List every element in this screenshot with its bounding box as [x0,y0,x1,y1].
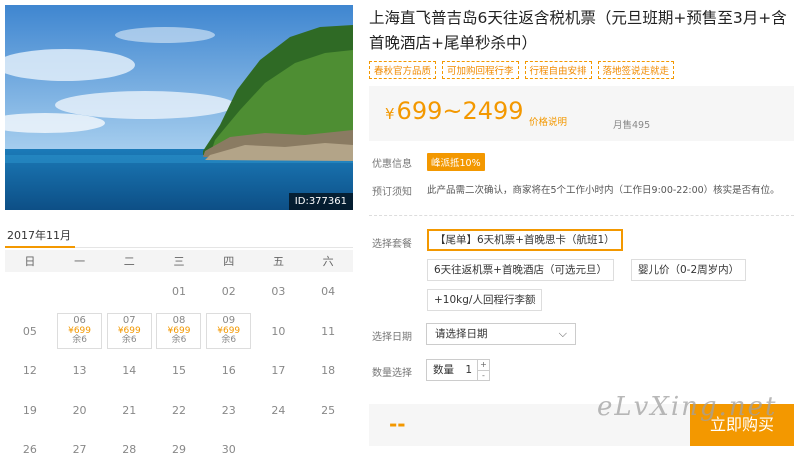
price-range: ¥699~2499 [385,97,524,125]
calendar-day: 03 [271,285,286,299]
currency-symbol: ¥ [385,105,395,123]
day-remaining: 余6 [121,335,137,346]
site-watermark: eLvXing.net [597,392,778,422]
package-label: 选择套餐 [372,239,412,250]
product-tag: 行程自由安排 [524,61,592,79]
product-tag: 春秋官方品质 [369,61,437,79]
calendar-day: 10 [271,324,286,338]
quantity-prefix: 数量 [433,364,454,376]
day-remaining: 余6 [221,335,237,346]
price-panel: ¥699~2499 价格说明 月售495 [369,86,794,141]
calendar-day: 30 [221,443,236,453]
weekday-label: 一 [74,255,86,268]
calendar-day: 13 [72,364,87,378]
price-note-link[interactable]: 价格说明 [529,114,567,128]
calendar-day: 23 [221,403,236,417]
calendar-day [104,272,154,312]
date-select-value: 请选择日期 [435,328,488,340]
calendar-day: 17 [271,364,286,378]
available-date-box[interactable]: 09 ¥699 余6 [206,313,252,350]
decrement-button[interactable]: - [478,371,489,381]
package-option[interactable]: +10kg/人回程行李额 [427,289,543,311]
calendar-day: 20 [72,403,87,417]
calendar-day: 28 [122,443,137,453]
calendar-day: 26 [22,443,37,453]
calendar-day: 25 [321,403,336,417]
notice-label: 预订须知 [372,187,412,198]
package-option-selected[interactable]: 【尾单】6天机票+首晚思卡（航班1） [427,229,623,251]
calendar-day[interactable]: 06 ¥699 余6 [55,312,105,352]
product-title: 上海直飞普吉岛6天往返含税机票（元旦班期+预售至3月+含首晚酒店+尾单秒杀中） [369,9,787,52]
product-tag: 可加购回程行李 [442,61,519,79]
available-date-box[interactable]: 07 ¥699 余6 [106,313,152,350]
calendar-day: 14 [122,364,137,378]
calendar-day [5,272,55,312]
product-tag: 落地签说走就走 [597,61,675,79]
calendar-day: 19 [22,403,37,417]
notice-text: 此产品需二次确认，商家将在5个工作小时内（工作日9:00-22:00）核实是否有… [427,185,780,196]
weekday-label: 日 [24,255,36,268]
calendar-day: 29 [171,443,186,453]
calendar-month-underline [5,246,75,248]
product-tags: 春秋官方品质 可加购回程行李 行程自由安排 落地签说走就走 [369,61,675,79]
calendar-day: 04 [321,285,336,299]
calendar-day: 24 [271,403,286,417]
product-image: ID:377361 [5,5,353,210]
calendar-day: 18 [321,364,336,378]
image-id-badge: ID:377361 [288,193,353,210]
promo-badge: 峰派抵10% [427,153,485,171]
quantity-stepper[interactable]: 数量 1 + - [426,359,490,381]
calendar-grid: 01 02 03 04 05 06 ¥699 余6 07 ¥699 余6 08 ¥699 余6 09 ¥699… [5,272,353,453]
calendar-day[interactable]: 08 ¥699 余6 [154,312,204,352]
calendar-day: 02 [221,285,236,299]
calendar-day: 21 [122,403,137,417]
total-price: -- [389,412,406,436]
quantity-label: 数量选择 [372,368,412,379]
weekday-label: 四 [223,255,235,268]
date-select[interactable]: 请选择日期 ⌵ [426,323,576,345]
section-divider [369,215,794,216]
calendar-day [55,272,105,312]
day-remaining: 余6 [72,335,87,346]
monthly-sales: 月售495 [613,120,651,131]
calendar-month-tab[interactable]: 2017年11月 [5,223,353,248]
calendar-day: 12 [22,364,37,378]
calendar-weekday-header: 日一二三四五六 [5,250,353,272]
package-option[interactable]: 6天往返机票+首晚酒店（可选元旦） [427,259,614,281]
day-remaining: 余6 [171,335,187,346]
increment-button[interactable]: + [478,360,489,371]
quantity-value: 1 [465,364,473,376]
weekday-label: 三 [173,255,185,268]
quantity-stepper-buttons: + - [477,360,489,380]
calendar-day: 15 [171,364,186,378]
price-range-value: 699~2499 [396,97,524,125]
chevron-down-icon: ⌵ [558,327,567,340]
calendar-day: 22 [171,403,186,417]
calendar-day: 16 [221,364,236,378]
calendar-day[interactable]: 09 ¥699 余6 [204,312,254,352]
weekday-label: 六 [322,255,334,268]
available-date-box[interactable]: 08 ¥699 余6 [156,313,202,350]
promo-label: 优惠信息 [372,159,412,170]
package-option[interactable]: 婴儿价（0-2周岁内） [631,259,747,281]
island-photo [5,5,353,210]
calendar-day: 11 [321,324,336,338]
calendar-month-label: 2017年11月 [7,229,71,242]
weekday-label: 五 [272,255,284,268]
calendar-day: 27 [72,443,87,453]
calendar-day [303,430,353,453]
calendar-day[interactable]: 07 ¥699 余6 [104,312,154,352]
calendar-day: 01 [171,285,186,299]
calendar-day [254,430,304,453]
available-date-box[interactable]: 06 ¥699 余6 [57,313,103,350]
weekday-label: 二 [123,255,135,268]
date-calendar: 2017年11月 日 一 二 三 四 五 六 01 02 03 04 05 06 ¥699 余6 07 ¥69… [5,223,353,453]
calendar-day: 05 [22,324,37,338]
date-label: 选择日期 [372,332,412,343]
